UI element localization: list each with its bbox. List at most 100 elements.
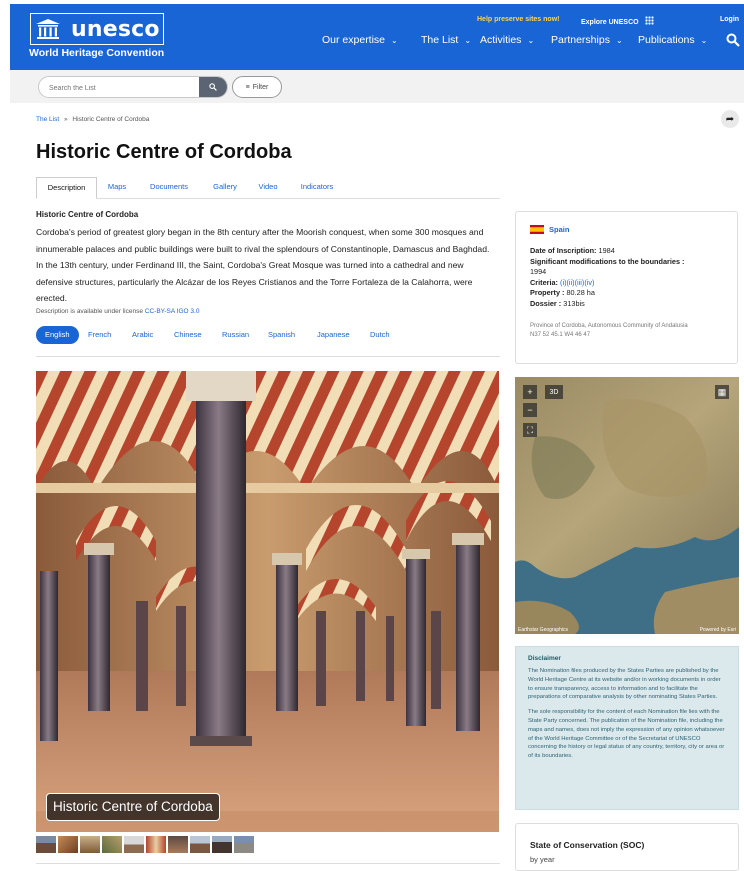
image-caption: Historic Centre of Cordoba	[46, 793, 220, 821]
tab-description[interactable]: Description	[36, 177, 97, 199]
lang-french[interactable]: French	[88, 326, 111, 344]
nav-activities[interactable]: Activities ⌄	[480, 34, 534, 46]
breadcrumb-separator: »	[63, 116, 68, 123]
description-text: Cordoba's period of greatest glory began…	[36, 227, 490, 304]
gallery-thumbnail[interactable]	[168, 836, 188, 853]
nav-our-expertise[interactable]: Our expertise ⌄	[322, 34, 398, 46]
filter-label: Filter	[252, 83, 269, 91]
location-text: Province of Cordoba, Autonomous Communit…	[530, 323, 688, 329]
gallery-thumbnail[interactable]	[190, 836, 210, 853]
nav-label: Partnerships	[551, 34, 610, 46]
gallery-thumbnail[interactable]	[146, 836, 166, 853]
lang-spanish[interactable]: Spanish	[268, 326, 295, 344]
basemap-button[interactable]: ▦	[715, 385, 729, 399]
nav-publications[interactable]: Publications ⌄	[638, 34, 707, 46]
lang-russian[interactable]: Russian	[222, 326, 249, 344]
breadcrumb-current: Historic Centre of Cordoba	[72, 116, 150, 123]
gallery-thumbnail[interactable]	[36, 836, 56, 853]
login-link[interactable]: Login	[720, 16, 739, 23]
country-link[interactable]: Spain	[549, 225, 569, 234]
help-preserve-link[interactable]: Help preserve sites now!	[477, 16, 559, 23]
tab-maps[interactable]: Maps	[102, 177, 132, 199]
gallery-thumbnail[interactable]	[58, 836, 78, 853]
criteria-link[interactable]: (i)(ii)(iii)(iv)	[560, 278, 594, 287]
description-heading: Historic Centre of Cordoba	[36, 210, 139, 219]
lang-english[interactable]: English	[36, 326, 79, 344]
search-button[interactable]	[199, 77, 227, 97]
gallery-thumbnail[interactable]	[212, 836, 232, 853]
filter-button[interactable]: ≡ Filter	[232, 76, 282, 98]
language-selector[interactable]: English ⌄	[671, 4, 706, 22]
search-input[interactable]	[39, 78, 189, 97]
fullscreen-icon: ⛶	[526, 424, 534, 435]
lang-dutch[interactable]: Dutch	[370, 326, 390, 344]
zoom-in-button[interactable]: +	[523, 385, 537, 399]
tab-gallery[interactable]: Gallery	[206, 177, 244, 199]
satellite-map-image	[515, 377, 739, 634]
logo-wordmark: unesco	[71, 16, 160, 42]
tab-video[interactable]: Video	[254, 177, 282, 199]
lang-arabic[interactable]: Arabic	[132, 326, 153, 344]
dossier-label: Dossier :	[530, 298, 562, 308]
criteria-label: Criteria:	[530, 277, 558, 287]
property-label: Property :	[530, 288, 565, 298]
logo-subtitle: World Heritage Convention	[29, 47, 165, 59]
layers-icon: ▦	[717, 386, 727, 397]
share-icon: ➦	[725, 113, 735, 125]
share-button[interactable]: ➦	[721, 110, 739, 128]
license-text: Description is available under license	[36, 308, 143, 315]
search-bar-row: ≡Filter	[10, 70, 744, 103]
map-credit-left: Earthstar Geographics	[518, 627, 569, 633]
zoom-out-button[interactable]: −	[523, 403, 537, 417]
chevron-down-icon: ⌄	[464, 36, 472, 45]
chevron-down-icon: ⌄	[391, 36, 398, 45]
gallery-thumbnail[interactable]	[80, 836, 100, 853]
dossier-value: 313bis	[563, 298, 585, 308]
tab-documents[interactable]: Documents	[144, 177, 194, 199]
nav-the-list[interactable]: The List ⌄	[421, 34, 471, 46]
mosque-arches-image	[36, 371, 499, 832]
nav-label: Activities	[480, 34, 522, 46]
lang-japanese[interactable]: Japanese	[317, 326, 350, 344]
disclaimer-paragraph: The Nomination files produced by the Sta…	[528, 668, 721, 701]
filter-icon: ≡	[245, 83, 250, 91]
explore-unesco-link[interactable]: Explore UNESCO	[581, 16, 654, 26]
chevron-down-icon: ⌄	[527, 36, 535, 45]
license-link[interactable]: CC-BY-SA IGO 3.0	[145, 308, 200, 315]
license-note: Description is available under license C…	[36, 308, 199, 315]
tab-bar: Description Maps Documents Gallery Video…	[36, 177, 500, 199]
disclaimer-paragraph: The sole responsibility for the content …	[528, 709, 725, 760]
lang-chinese[interactable]: Chinese	[174, 326, 202, 344]
disclaimer-heading: Disclaimer	[528, 655, 561, 662]
thumbnail-strip	[36, 836, 254, 853]
spain-flag-icon	[530, 225, 544, 234]
tab-indicators[interactable]: Indicators	[294, 177, 340, 199]
property-info-card: Spain Date of Inscription: 1984 Signific…	[515, 211, 738, 364]
3d-toggle-button[interactable]: 3D	[545, 385, 563, 399]
gallery-thumbnail[interactable]	[234, 836, 254, 853]
disclaimer-box: Disclaimer The Nomination files produced…	[515, 646, 739, 810]
gallery-thumbnail[interactable]	[102, 836, 122, 853]
gallery-main-image[interactable]	[36, 371, 499, 832]
location-block: Province of Cordoba, Autonomous Communit…	[530, 322, 730, 340]
explore-unesco-label: Explore UNESCO	[581, 19, 639, 26]
language-label: English	[671, 8, 699, 17]
date-value: 1984	[598, 246, 615, 255]
nav-label: Our expertise	[322, 34, 386, 46]
modifications-label: Significant modifications to the boundar…	[530, 256, 685, 266]
fullscreen-button[interactable]: ⛶	[523, 423, 537, 437]
breadcrumb-root[interactable]: The List	[36, 116, 59, 123]
chevron-down-icon: ⌄	[615, 36, 623, 45]
search-icon	[209, 83, 217, 91]
search-icon[interactable]	[726, 33, 740, 47]
property-value: 80.28 ha	[566, 288, 595, 298]
modifications-value: 1994	[530, 267, 547, 277]
chevron-down-icon: ⌄	[700, 36, 708, 45]
nav-partnerships[interactable]: Partnerships ⌄	[551, 34, 623, 46]
site-map[interactable]: + − 3D ⛶ ▦ Earthstar Geographics Powered…	[515, 377, 739, 634]
grid-icon	[644, 16, 654, 25]
date-label: Date of Inscription:	[530, 246, 597, 255]
map-credit-right[interactable]: Powered by Esri	[700, 627, 736, 633]
unesco-logo[interactable]: unesco	[30, 13, 164, 45]
gallery-thumbnail[interactable]	[124, 836, 144, 853]
